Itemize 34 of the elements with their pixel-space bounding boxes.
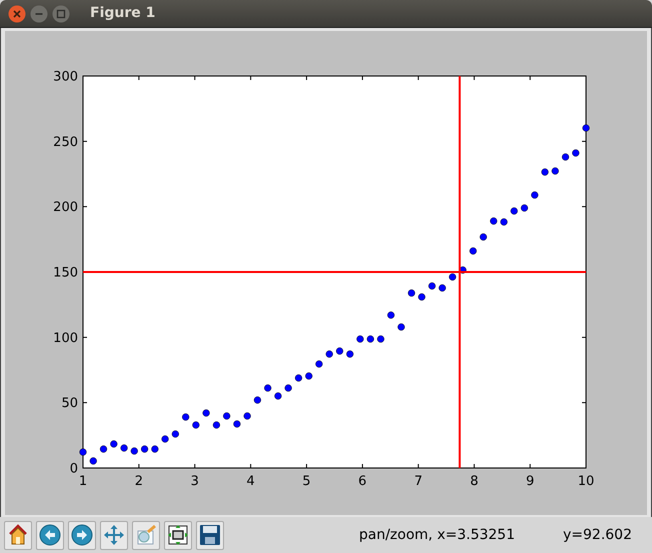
back-icon — [38, 523, 62, 547]
zoom-button[interactable] — [164, 520, 192, 550]
home-button[interactable] — [4, 520, 32, 550]
zoom-icon — [166, 523, 190, 547]
tick-label: 10 — [578, 474, 594, 489]
save-button[interactable] — [196, 520, 224, 550]
back-button[interactable] — [36, 520, 64, 550]
save-icon — [198, 523, 222, 547]
forward-icon — [70, 523, 94, 547]
tick-label: 50 — [61, 396, 78, 412]
tick-label: 8 — [470, 474, 478, 489]
tick-label: 9 — [526, 474, 534, 489]
status-text: y=92.602 — [562, 526, 632, 544]
tick-label: 6 — [358, 474, 367, 489]
tick-label: 300 — [53, 70, 78, 84]
status-text: pan/zoom, x=3.53251 — [359, 526, 515, 544]
tick-label: 3 — [190, 474, 199, 489]
tick-label: 1 — [78, 474, 88, 489]
tick-label: 100 — [53, 330, 78, 346]
move-button[interactable] — [100, 520, 128, 550]
tick-label: 150 — [53, 266, 78, 280]
tick-label: 7 — [414, 474, 422, 489]
tick-label: 250 — [53, 134, 78, 150]
maximize-button[interactable] — [52, 4, 70, 22]
close-button[interactable] — [8, 4, 26, 22]
window-title: Figure 1 — [90, 4, 156, 23]
tick-label: 200 — [53, 200, 78, 216]
tick-label: 2 — [134, 474, 144, 489]
tick-label: 5 — [302, 474, 311, 489]
forward-button[interactable] — [68, 520, 96, 550]
tick-label: 4 — [246, 474, 255, 489]
minimize-button[interactable] — [30, 4, 48, 22]
tick-label: 0 — [70, 462, 78, 476]
move-icon — [102, 523, 126, 547]
